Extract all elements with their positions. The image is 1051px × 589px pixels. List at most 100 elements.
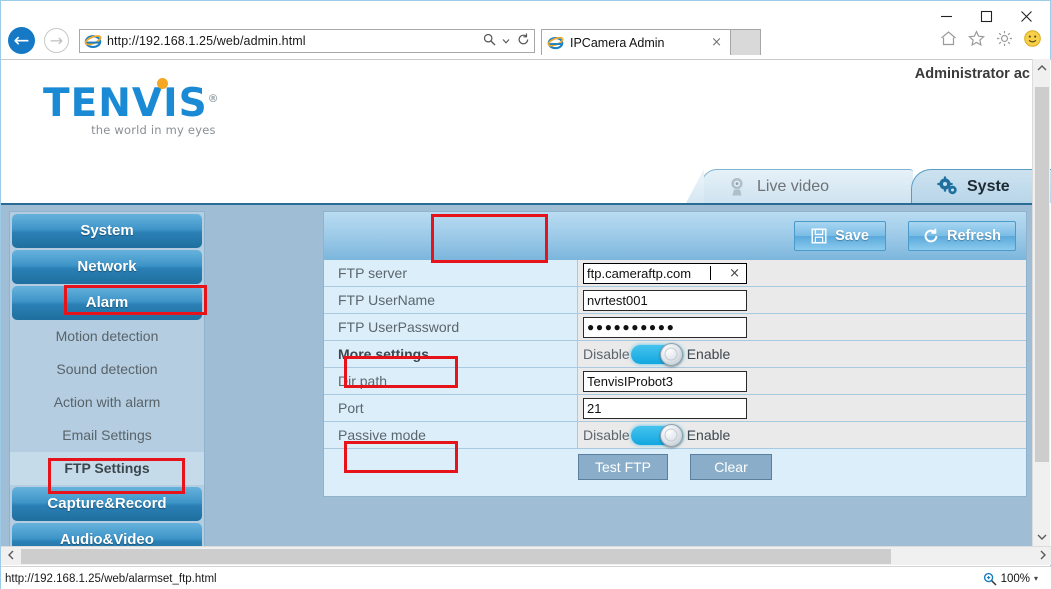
text-caret	[710, 266, 711, 280]
scroll-right-icon[interactable]	[1033, 550, 1051, 563]
dir-path-input[interactable]: TenvisIProbot3	[583, 371, 747, 392]
sidebar-item-capture-record[interactable]: Capture&Record	[12, 487, 202, 521]
main-nav-tabs: Live video	[701, 165, 1051, 203]
horizontal-scrollbar[interactable]	[1, 546, 1051, 565]
close-icon[interactable]: ×	[708, 35, 725, 50]
command-bar	[939, 29, 1042, 48]
browser-titlebar: ← → http://192.168.1.25/web/admin.html	[1, 1, 1050, 59]
clear-icon[interactable]: ×	[729, 266, 743, 281]
row-value: 21	[578, 395, 1026, 421]
sidebar-item-alarm[interactable]: Alarm	[12, 286, 202, 320]
scroll-down-icon[interactable]	[1033, 528, 1051, 546]
page-header: TENVIS® the world in my eyes Administrat…	[1, 60, 1034, 149]
row-value: Disable Enable	[578, 341, 1026, 367]
slider-knob	[660, 343, 683, 366]
zoom-control[interactable]: 100% ▾	[983, 572, 1048, 586]
sidebar-item-email-settings[interactable]: Email Settings	[10, 419, 204, 452]
row-value: TenvisIProbot3	[578, 368, 1026, 394]
registered-mark: ®	[208, 92, 220, 105]
form-row-more-settings: More settings Disable Enable	[324, 341, 1026, 368]
passive-mode-toggle[interactable]: Disable Enable	[583, 426, 730, 445]
new-tab-button[interactable]	[731, 29, 761, 55]
minimize-button[interactable]	[926, 3, 966, 29]
sidebar-item-audio-video[interactable]: Audio&Video	[12, 523, 202, 546]
internet-explorer-icon	[547, 34, 564, 51]
favorites-star-icon[interactable]	[967, 29, 986, 48]
administrator-label: Administrator ac	[915, 66, 1030, 82]
home-icon[interactable]	[939, 29, 958, 48]
save-button[interactable]: Save	[794, 221, 886, 251]
tab-live-video-label: Live video	[757, 178, 829, 196]
logo-dot-icon	[157, 78, 168, 89]
browser-tab[interactable]: IPCamera Admin ×	[541, 29, 731, 55]
refresh-button[interactable]: Refresh	[908, 221, 1016, 251]
brand-text: TENVIS	[43, 81, 208, 126]
status-url: http://192.168.1.25/web/alarmset_ftp.htm…	[5, 573, 983, 585]
port-input[interactable]: 21	[583, 398, 747, 419]
camera-admin-page: TENVIS® the world in my eyes Administrat…	[1, 60, 1034, 546]
window-controls	[926, 3, 1046, 29]
ftp-server-input-value: ftp.cameraftp.com	[587, 266, 691, 281]
forward-button[interactable]: →	[44, 28, 69, 53]
tab-system[interactable]: Syste	[911, 169, 1051, 203]
sidebar-item-action-with-alarm[interactable]: Action with alarm	[10, 386, 204, 419]
tools-gear-icon[interactable]	[995, 29, 1014, 48]
passive-mode-enable-label[interactable]: Enable	[687, 427, 731, 443]
ie-browser-window: ← → http://192.168.1.25/web/admin.html	[0, 0, 1051, 589]
content-area: System Network Alarm Motion detection So…	[1, 203, 1034, 546]
ftp-password-input[interactable]: ●●●●●●●●●●	[583, 317, 747, 338]
more-settings-toggle[interactable]: Disable Enable	[583, 345, 730, 364]
back-button[interactable]: ←	[8, 27, 35, 54]
more-settings-enable-label[interactable]: Enable	[687, 346, 731, 362]
refresh-icon[interactable]	[512, 33, 534, 49]
tab-strip: IPCamera Admin ×	[541, 29, 761, 55]
feedback-smiley-icon[interactable]	[1023, 29, 1042, 48]
more-settings-slider[interactable]	[631, 345, 683, 364]
passive-mode-slider[interactable]	[631, 426, 683, 445]
maximize-button[interactable]	[966, 3, 1006, 29]
ftp-server-input[interactable]: ftp.cameraftp.com ×	[583, 263, 747, 284]
row-label: FTP server	[324, 260, 578, 286]
ftp-username-input[interactable]: nvrtest001	[583, 290, 747, 311]
brand-name: TENVIS®	[43, 79, 220, 124]
sidebar-item-system[interactable]: System	[12, 214, 202, 248]
sidebar-item-network[interactable]: Network	[12, 250, 202, 284]
zoom-magnifier-icon	[983, 572, 997, 586]
sidebar-item-motion-detection[interactable]: Motion detection	[10, 320, 204, 353]
status-bar: http://192.168.1.25/web/alarmset_ftp.htm…	[1, 566, 1051, 589]
save-button-label: Save	[835, 228, 869, 244]
ftp-username-input-value: nvrtest001	[587, 293, 648, 308]
row-value: Disable Enable	[578, 422, 1026, 448]
scroll-left-icon[interactable]	[1, 550, 20, 563]
search-icon[interactable]	[478, 33, 500, 49]
form-row-dir-path: Dir path TenvisIProbot3	[324, 368, 1026, 395]
camera-icon	[726, 176, 748, 198]
clear-button[interactable]: Clear	[690, 454, 772, 480]
vertical-scrollbar-thumb[interactable]	[1035, 87, 1049, 462]
row-label: Port	[324, 395, 578, 421]
form-row-ftp-username: FTP UserName nvrtest001	[324, 287, 1026, 314]
row-label: Dir path	[324, 368, 578, 394]
slider-knob	[660, 424, 683, 447]
row-value: nvrtest001	[578, 287, 1026, 313]
tab-system-label: Syste	[967, 178, 1010, 196]
test-ftp-button[interactable]: Test FTP	[578, 454, 668, 480]
sidebar: System Network Alarm Motion detection So…	[9, 211, 205, 546]
form-row-port: Port 21	[324, 395, 1026, 422]
sidebar-item-ftp-settings[interactable]: FTP Settings	[10, 452, 204, 485]
back-arrow-icon: ←	[14, 31, 30, 50]
chevron-down-icon[interactable]	[500, 34, 512, 48]
passive-mode-disable-label[interactable]: Disable	[583, 427, 630, 443]
row-label: More settings	[324, 341, 578, 367]
horizontal-scrollbar-thumb[interactable]	[21, 549, 891, 564]
more-settings-disable-label[interactable]: Disable	[583, 346, 630, 362]
panel-toolbar: Save Refresh	[324, 212, 1026, 260]
vertical-scrollbar[interactable]	[1032, 59, 1050, 546]
floppy-disk-icon	[811, 228, 828, 245]
address-bar[interactable]: http://192.168.1.25/web/admin.html	[79, 29, 535, 53]
tab-live-video[interactable]: Live video	[701, 169, 913, 203]
chevron-down-icon[interactable]: ▾	[1034, 574, 1038, 583]
scroll-up-icon[interactable]	[1033, 59, 1050, 77]
sidebar-item-sound-detection[interactable]: Sound detection	[10, 353, 204, 386]
close-button[interactable]	[1006, 3, 1046, 29]
